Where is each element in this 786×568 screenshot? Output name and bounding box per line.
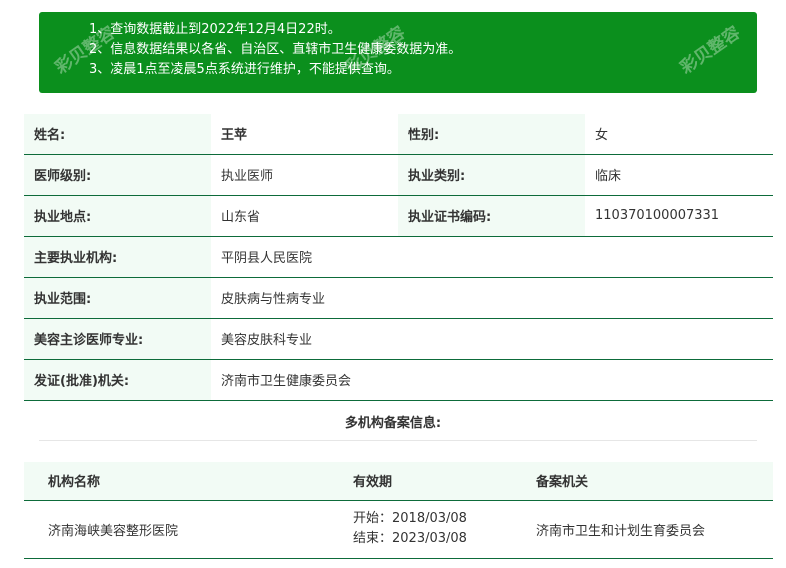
table-row: 济南海峡美容整形医院 开始：2018/03/08 结束：2023/03/08 济… (24, 500, 773, 559)
table-header-row: 机构名称 有效期 备案机关 (24, 462, 773, 501)
scope-label: 执业范围: (24, 277, 211, 319)
notice-line-2: 2、信息数据结果以各省、自治区、直辖市卫生健康委数据为准。 (89, 42, 462, 57)
divider (39, 440, 757, 441)
name-value: 王苹 (211, 114, 398, 155)
name-label: 姓名: (24, 114, 211, 155)
table-row: 姓名: 王苹 性别: 女 (24, 114, 773, 155)
cert-label: 执业证书编码: (398, 195, 585, 237)
level-value: 执业医师 (211, 154, 398, 196)
table-row: 美容主诊医师专业: 美容皮肤科专业 (24, 318, 773, 360)
registrations-title: 多机构备案信息: (344, 416, 442, 431)
notice-line-1: 1、查询数据截止到2022年12月4日22时。 (89, 22, 341, 37)
notice-banner: 1、查询数据截止到2022年12月4日22时。 2、信息数据结果以各省、自治区、… (39, 12, 757, 93)
reg-authority: 济南市卫生和计划生育委员会 (512, 500, 773, 559)
level-label: 医师级别: (24, 154, 211, 196)
header-org: 机构名称 (24, 462, 329, 501)
registrations-table: 机构名称 有效期 备案机关 济南海峡美容整形医院 开始：2018/03/08 结… (24, 462, 773, 559)
issuer-label: 发证(批准)机关: (24, 359, 211, 401)
cert-value: 110370100007331 (585, 195, 773, 237)
cosmetic-label: 美容主诊医师专业: (24, 318, 211, 360)
gender-label: 性别: (398, 114, 585, 155)
header-validity: 有效期 (329, 462, 512, 501)
gender-value: 女 (585, 114, 773, 155)
cosmetic-value: 美容皮肤科专业 (211, 318, 773, 360)
doctor-info-table: 姓名: 王苹 性别: 女 医师级别: 执业医师 执业类别: 临床 执业地点: 山… (24, 114, 773, 401)
org-label: 主要执业机构: (24, 236, 211, 278)
notice-line-3: 3、凌晨1点至凌晨5点系统进行维护，不能提供查询。 (89, 62, 400, 77)
location-value: 山东省 (211, 195, 398, 237)
reg-start: 开始：2018/03/08 (353, 511, 467, 526)
table-row: 发证(批准)机关: 济南市卫生健康委员会 (24, 359, 773, 401)
issuer-value: 济南市卫生健康委员会 (211, 359, 773, 401)
table-row: 执业地点: 山东省 执业证书编码: 110370100007331 (24, 195, 773, 237)
reg-end: 结束：2023/03/08 (353, 531, 467, 546)
reg-org: 济南海峡美容整形医院 (24, 500, 329, 559)
reg-validity: 开始：2018/03/08 结束：2023/03/08 (329, 500, 512, 559)
org-value: 平阴县人民医院 (211, 236, 773, 278)
scope-value: 皮肤病与性病专业 (211, 277, 773, 319)
header-authority: 备案机关 (512, 462, 773, 501)
location-label: 执业地点: (24, 195, 211, 237)
table-row: 医师级别: 执业医师 执业类别: 临床 (24, 154, 773, 196)
category-value: 临床 (585, 154, 773, 196)
table-row: 执业范围: 皮肤病与性病专业 (24, 277, 773, 319)
category-label: 执业类别: (398, 154, 585, 196)
table-row: 主要执业机构: 平阴县人民医院 (24, 236, 773, 278)
